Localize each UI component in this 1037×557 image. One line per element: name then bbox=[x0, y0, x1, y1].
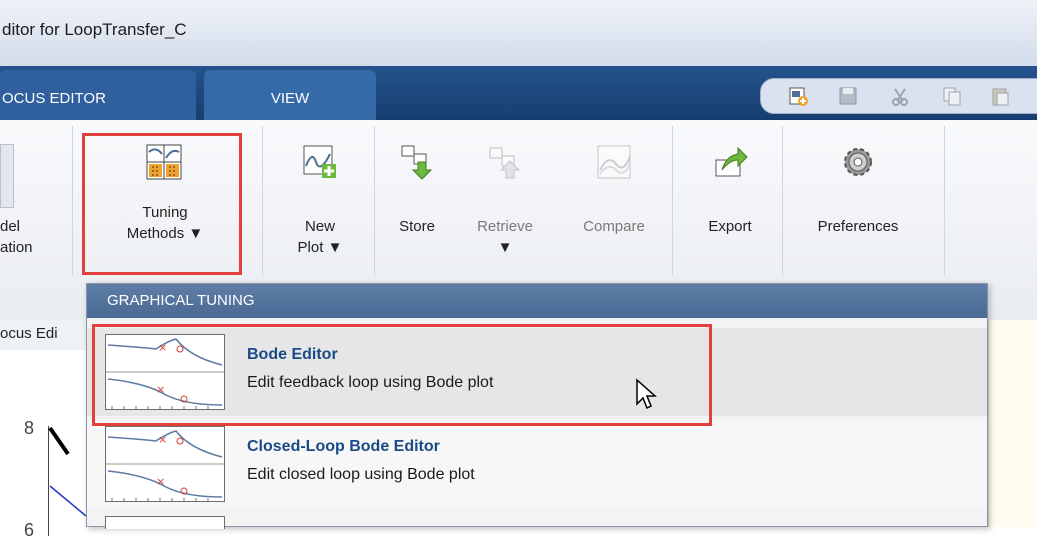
gear-icon bbox=[844, 148, 872, 176]
store-button[interactable]: Store bbox=[382, 134, 452, 280]
compare-label: Compare bbox=[583, 218, 645, 235]
closed-loop-bode-editor-title: Closed-Loop Bode Editor bbox=[247, 438, 440, 455]
dropdown-item-closed-loop-bode-editor[interactable]: × × Closed-Loop Bode Editor Edit closed … bbox=[87, 420, 987, 508]
model-button[interactable]: del ation bbox=[0, 216, 40, 258]
dropdown-header: GRAPHICAL TUNING bbox=[87, 284, 987, 318]
plot-area[interactable]: 8 6 bbox=[0, 350, 100, 557]
cut-icon[interactable] bbox=[889, 85, 911, 107]
retrieve-button[interactable]: Retrieve ▼ bbox=[462, 134, 548, 280]
svg-text:×: × bbox=[158, 433, 167, 446]
window-title: ditor for LoopTransfer_C bbox=[2, 20, 187, 39]
tab-view[interactable]: VIEW bbox=[204, 70, 376, 120]
preferences-button[interactable]: Preferences bbox=[786, 134, 930, 280]
separator bbox=[374, 126, 375, 276]
store-icon bbox=[401, 145, 433, 180]
paste-icon[interactable] bbox=[989, 85, 1011, 107]
plot-curves bbox=[48, 426, 87, 517]
y-tick-6: 6 bbox=[24, 520, 35, 540]
export-label: Export bbox=[708, 218, 752, 235]
svg-text:×: × bbox=[156, 475, 165, 488]
model-icon bbox=[0, 144, 14, 208]
quick-access-toolbar bbox=[760, 78, 1037, 114]
next-item-thumbnail bbox=[105, 516, 225, 529]
closed-loop-bode-plot-icon: × × bbox=[105, 426, 225, 502]
chevron-down-icon: ▼ bbox=[327, 239, 343, 256]
store-label: Store bbox=[399, 218, 435, 235]
closed-loop-bode-editor-description: Edit closed loop using Bode plot bbox=[247, 466, 475, 483]
tuning-methods-highlight bbox=[82, 133, 242, 275]
separator bbox=[944, 126, 945, 276]
new-plot-icon bbox=[303, 145, 336, 178]
new-plot-label-1: New bbox=[304, 218, 335, 235]
copy-icon[interactable] bbox=[941, 85, 963, 107]
new-plot-label-2: Plot bbox=[297, 239, 324, 256]
retrieve-label: Retrieve bbox=[477, 218, 533, 235]
new-plot-button[interactable]: New Plot ▼ bbox=[270, 134, 370, 280]
export-icon bbox=[715, 146, 748, 177]
preferences-label: Preferences bbox=[817, 218, 899, 235]
editor-tab[interactable]: ocus Edi bbox=[0, 320, 86, 351]
retrieve-icon bbox=[489, 147, 521, 179]
chevron-down-icon: ▼ bbox=[497, 239, 513, 256]
export-button[interactable]: Export bbox=[680, 134, 780, 280]
separator bbox=[262, 126, 263, 276]
separator bbox=[782, 126, 783, 276]
tab-root-locus-editor[interactable]: OCUS EDITOR bbox=[0, 70, 196, 120]
editor-tab-label: ocus Edi bbox=[0, 325, 58, 342]
new-session-icon[interactable] bbox=[787, 85, 809, 107]
separator bbox=[72, 126, 73, 276]
separator bbox=[672, 126, 673, 276]
compare-icon bbox=[597, 145, 631, 179]
ribbon-tab-strip: OCUS EDITOR VIEW bbox=[0, 66, 1037, 120]
compare-button[interactable]: Compare bbox=[564, 134, 664, 280]
save-icon[interactable] bbox=[837, 85, 859, 107]
bode-editor-highlight bbox=[92, 324, 712, 426]
plot-background bbox=[988, 320, 1037, 527]
title-bar: ditor for LoopTransfer_C bbox=[0, 0, 1037, 67]
y-tick-8: 8 bbox=[24, 418, 35, 438]
